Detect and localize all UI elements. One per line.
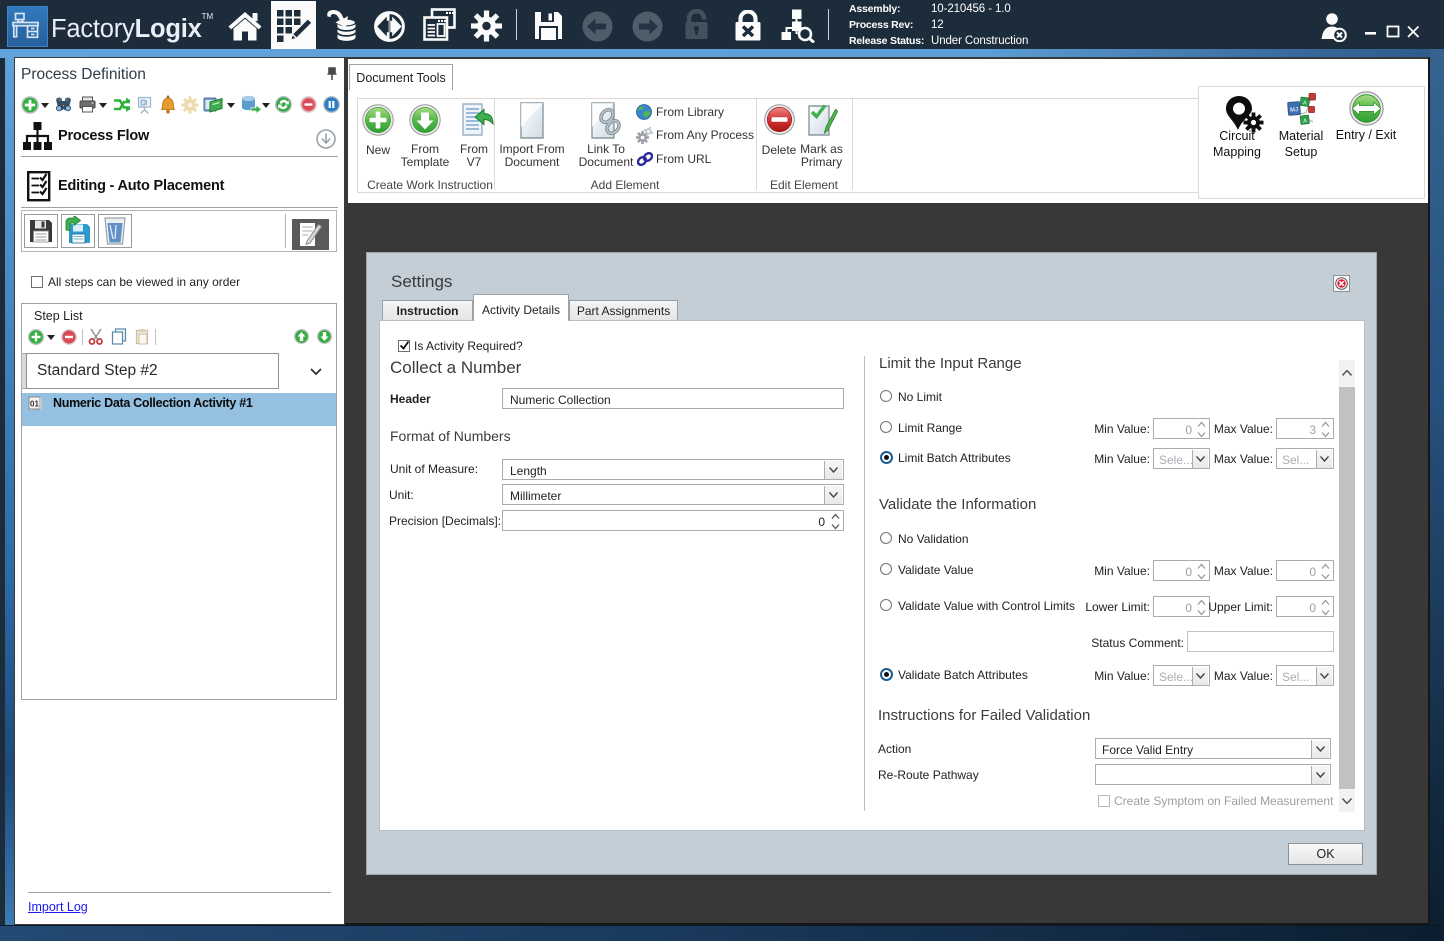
svg-text:01: 01 bbox=[30, 400, 39, 409]
svg-text:MJ: MJ bbox=[1290, 107, 1299, 114]
